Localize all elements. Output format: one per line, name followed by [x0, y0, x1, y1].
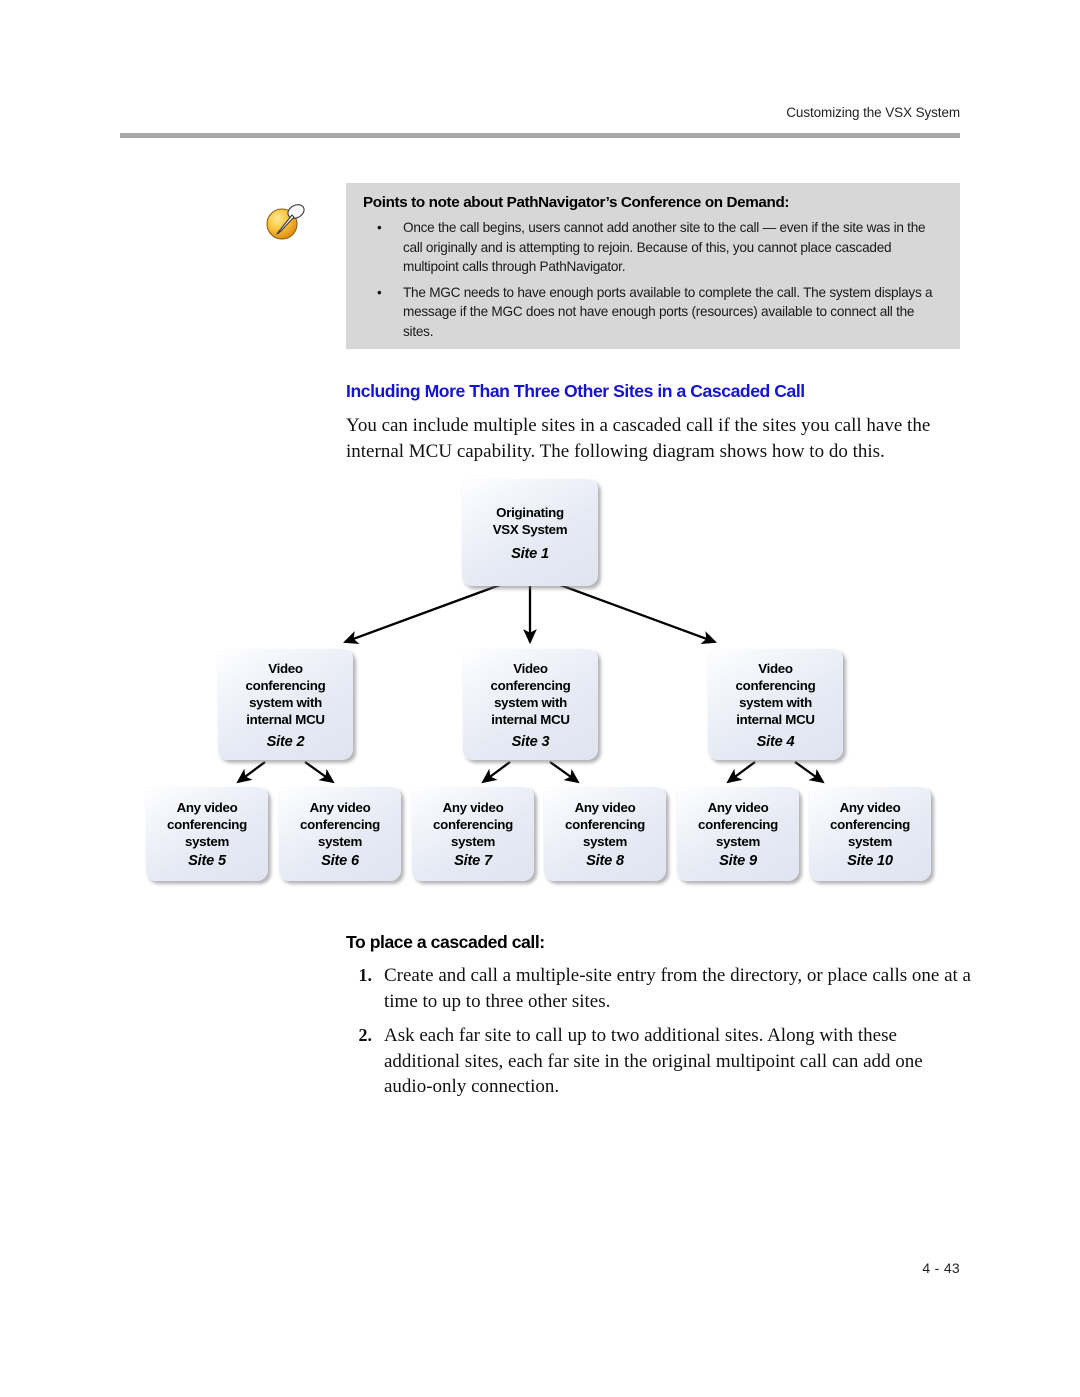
node-description-line: conferencing [167, 817, 247, 832]
note-bullet-item: • The MGC needs to have enough ports ava… [363, 283, 946, 342]
procedure-step-list: 1. Create and call a multiple-site entry… [346, 963, 972, 1109]
node-description: Video conferencing system with internal … [246, 660, 326, 728]
node-description-line: Any video [707, 800, 769, 815]
node-description-line: system with [249, 694, 322, 710]
node-description-line: conferencing [245, 677, 326, 693]
node-description-line: conferencing [300, 817, 380, 832]
cascaded-call-diagram: Originating VSX System Site 1 Video conf… [130, 470, 960, 900]
node-description-line: Any video [442, 800, 504, 815]
node-site-label: Site 5 [188, 853, 226, 869]
node-description: Video conferencing system with internal … [491, 660, 571, 728]
diagram-node-site5: Any video conferencing system Site 5 [145, 786, 268, 881]
step-text: Create and call a multiple-site entry fr… [384, 965, 971, 1012]
section-heading: Including More Than Three Other Sites in… [346, 381, 805, 401]
node-description-line: Video [513, 660, 548, 676]
node-description-line: system [184, 834, 230, 849]
node-description: Any video conferencing system [565, 799, 645, 850]
node-description-line: system with [739, 694, 812, 710]
node-description-line: conferencing [735, 677, 816, 693]
node-description-line: system [847, 834, 893, 849]
node-description-line: conferencing [830, 817, 910, 832]
node-description-line: internal MCU [246, 711, 325, 727]
node-description-line: Any video [574, 800, 636, 815]
node-description-line: Any video [309, 800, 371, 815]
note-bullet-text: The MGC needs to have enough ports avail… [403, 284, 933, 339]
note-title: Points to note about PathNavigator’s Con… [363, 194, 790, 211]
node-description-line: Video [268, 660, 303, 676]
node-site-label: Site 3 [511, 733, 550, 750]
note-bullet-text: Once the call begins, users cannot add a… [403, 220, 926, 274]
node-description-line: conferencing [490, 677, 571, 693]
note-box: Points to note about PathNavigator’s Con… [346, 183, 960, 349]
diagram-node-site7: Any video conferencing system Site 7 [411, 786, 534, 881]
node-description-line: VSX System [492, 521, 568, 537]
node-description-line: conferencing [433, 817, 513, 832]
step-text: Ask each far site to call up to two addi… [384, 1025, 923, 1097]
node-description-line: system [317, 834, 363, 849]
node-site-label: Site 4 [756, 733, 795, 750]
note-callout: Points to note about PathNavigator’s Con… [255, 183, 960, 349]
procedure-step: 2. Ask each far site to call up to two a… [346, 1023, 971, 1100]
step-number: 2. [358, 1025, 373, 1045]
page-header: Customizing the VSX System [120, 104, 960, 122]
node-description: Video conferencing system with internal … [736, 660, 816, 728]
procedure-heading: To place a cascaded call: [346, 932, 545, 952]
node-description: Any video conferencing system [830, 799, 910, 850]
node-description: Originating VSX System [493, 504, 568, 538]
diagram-node-site1: Originating VSX System Site 1 [461, 478, 598, 586]
node-site-label: Site 10 [847, 853, 893, 869]
node-description-line: conferencing [698, 817, 778, 832]
page-number: 4 - 43 [922, 1260, 960, 1276]
diagram-node-site9: Any video conferencing system Site 9 [676, 786, 799, 881]
section-intro-paragraph: You can include multiple sites in a casc… [346, 415, 931, 462]
note-pushpin-icon [262, 199, 308, 245]
diagram-node-site10: Any video conferencing system Site 10 [808, 786, 931, 881]
node-description-line: system with [494, 694, 567, 710]
node-description-line: system [450, 834, 496, 849]
node-site-label: Site 1 [511, 545, 549, 562]
node-description-line: Originating [496, 504, 564, 520]
node-description: Any video conferencing system [433, 799, 513, 850]
running-head: Customizing the VSX System [786, 105, 960, 120]
step-number: 1. [358, 965, 373, 985]
bullet-marker-icon: • [377, 220, 382, 235]
node-site-label: Site 6 [321, 853, 359, 869]
node-description-line: system [715, 834, 761, 849]
node-description-line: Any video [176, 800, 238, 815]
node-site-label: Site 9 [719, 853, 757, 869]
diagram-node-site2: Video conferencing system with internal … [217, 648, 353, 760]
node-description-line: internal MCU [736, 711, 815, 727]
node-description: Any video conferencing system [300, 799, 380, 850]
header-divider-rule [120, 133, 960, 138]
bullet-marker-icon: • [377, 284, 382, 300]
diagram-node-site3: Video conferencing system with internal … [462, 648, 598, 760]
diagram-node-site8: Any video conferencing system Site 8 [543, 786, 666, 881]
node-description-line: system [582, 834, 628, 849]
procedure-step: 1. Create and call a multiple-site entry… [346, 963, 972, 1014]
node-description: Any video conferencing system [167, 799, 247, 850]
node-site-label: Site 8 [586, 853, 624, 869]
node-description-line: conferencing [565, 817, 645, 832]
node-description-line: Any video [839, 800, 901, 815]
diagram-node-site4: Video conferencing system with internal … [707, 648, 843, 760]
node-description: Any video conferencing system [698, 799, 778, 850]
node-description-line: Video [758, 660, 793, 676]
diagram-node-site6: Any video conferencing system Site 6 [278, 786, 401, 881]
node-site-label: Site 7 [454, 853, 492, 869]
node-site-label: Site 2 [266, 733, 305, 750]
node-description-line: internal MCU [491, 711, 570, 727]
note-bullet-item: • Once the call begins, users cannot add… [363, 218, 946, 277]
